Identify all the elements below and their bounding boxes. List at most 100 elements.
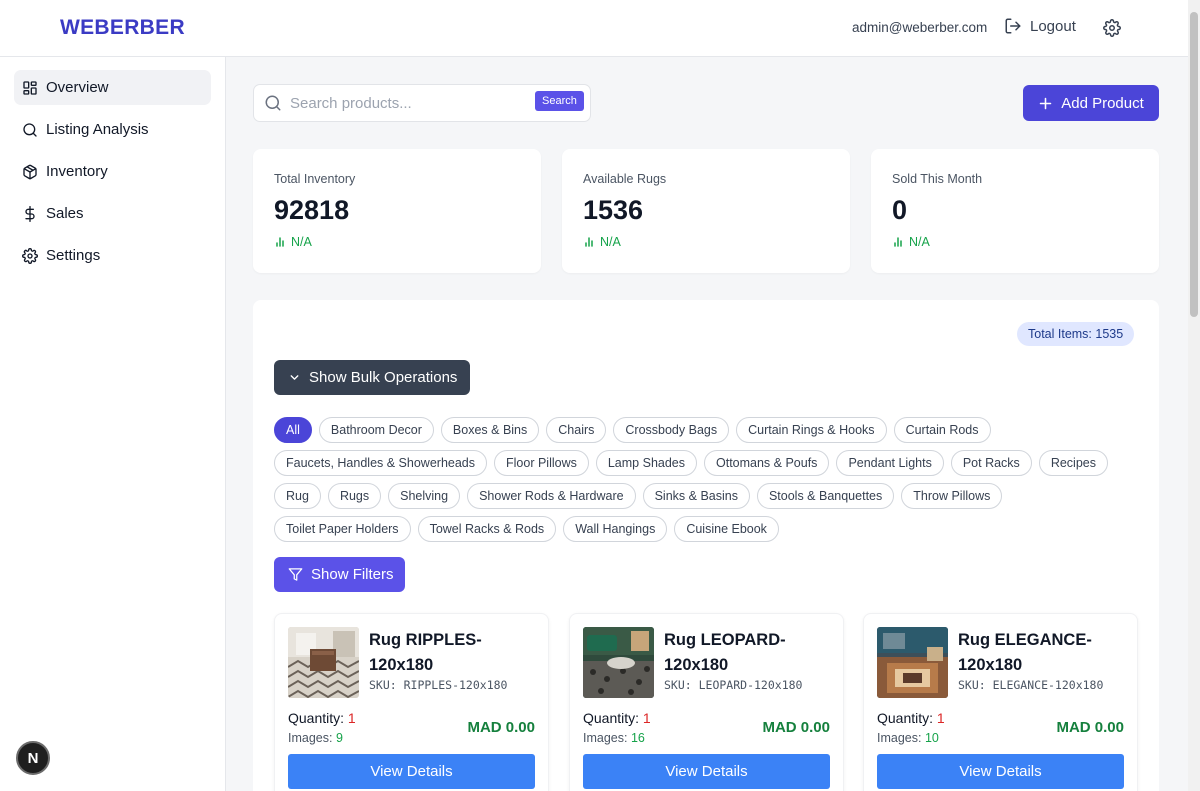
- logout-label: Logout: [1030, 17, 1076, 35]
- show-filters-button[interactable]: Show Filters: [274, 557, 405, 592]
- rug-photo-elegance: [877, 627, 948, 698]
- search-button[interactable]: Search: [535, 91, 584, 111]
- product-price: MAD 0.00: [467, 719, 535, 736]
- product-thumbnail[interactable]: [877, 627, 948, 698]
- category-chip[interactable]: Curtain Rods: [893, 417, 991, 443]
- product-images: Images: 16: [583, 731, 645, 745]
- images-label: Images:: [877, 731, 922, 745]
- page-scrollbar[interactable]: [1188, 0, 1200, 791]
- logout-icon: [1005, 18, 1021, 34]
- rug-photo-leopard: [583, 627, 654, 698]
- quantity-label: Quantity:: [583, 710, 640, 726]
- dev-tools-button[interactable]: N: [16, 741, 50, 775]
- sidebar-item-overview[interactable]: Overview: [14, 70, 211, 105]
- category-chip[interactable]: Boxes & Bins: [440, 417, 540, 443]
- search-input[interactable]: [290, 94, 525, 112]
- user-email: admin@weberber.com: [852, 20, 988, 35]
- product-quantity: Quantity: 1: [583, 710, 651, 726]
- product-title: Rug RIPPLES-120x180: [369, 631, 482, 674]
- show-bulk-operations-button[interactable]: Show Bulk Operations: [274, 360, 470, 395]
- category-chip[interactable]: Shower Rods & Hardware: [467, 483, 636, 509]
- category-chip[interactable]: Bathroom Decor: [318, 417, 434, 443]
- images-label: Images:: [288, 731, 333, 745]
- logout-button[interactable]: Logout: [1004, 17, 1076, 35]
- add-product-label: Add Product: [1061, 94, 1144, 112]
- stat-value: 1536: [583, 195, 644, 225]
- sidebar-item-inventory[interactable]: Inventory: [14, 154, 211, 189]
- sidebar-item-label: Overview: [46, 79, 109, 96]
- category-chip[interactable]: Sinks & Basins: [642, 483, 750, 509]
- sidebar-item-label: Inventory: [46, 163, 108, 180]
- images-value: 16: [630, 731, 645, 745]
- product-images: Images: 10: [877, 731, 939, 745]
- dashboard-icon: [23, 80, 37, 95]
- category-chip[interactable]: Rug: [274, 483, 321, 509]
- add-product-button[interactable]: Add Product: [1023, 85, 1159, 121]
- dollar-icon: [25, 205, 35, 222]
- category-chip[interactable]: Pendant Lights: [836, 450, 944, 476]
- category-chip[interactable]: Faucets, Handles & Showerheads: [274, 450, 487, 476]
- category-chip[interactable]: Curtain Rings & Hooks: [736, 417, 887, 443]
- filter-icon: [288, 568, 303, 581]
- category-chip[interactable]: Recipes: [1038, 450, 1108, 476]
- category-chip[interactable]: Ottomans & Poufs: [704, 450, 830, 476]
- category-chip[interactable]: Chairs: [546, 417, 607, 443]
- category-chip[interactable]: Stools & Banquettes: [756, 483, 895, 509]
- category-chip[interactable]: Crossbody Bags: [613, 417, 730, 443]
- product-title: Rug ELEGANCE-120x180: [958, 631, 1092, 674]
- product-card: Rug LEOPARD-120x180 SKU: LEOPARD-120x180…: [569, 613, 844, 791]
- quantity-value: 1: [936, 710, 945, 726]
- category-chip[interactable]: Shelving: [388, 483, 461, 509]
- category-chip[interactable]: Lamp Shades: [595, 450, 697, 476]
- view-details-button[interactable]: View Details: [877, 754, 1124, 789]
- view-details-button[interactable]: View Details: [288, 754, 535, 789]
- sidebar-item-sales[interactable]: Sales: [14, 196, 211, 231]
- gear-icon: [22, 247, 38, 264]
- category-chip[interactable]: Floor Pillows: [494, 450, 589, 476]
- product-sku: SKU: LEOPARD-120x180: [664, 678, 803, 692]
- product-sku: SKU: RIPPLES-120x180: [369, 678, 508, 692]
- category-chip[interactable]: Towel Racks & Rods: [417, 516, 557, 542]
- product-card: Rug RIPPLES-120x180 SKU: RIPPLES-120x180…: [274, 613, 549, 791]
- images-label: Images:: [583, 731, 628, 745]
- category-chip[interactable]: Toilet Paper Holders: [274, 516, 411, 542]
- sidebar: Overview Listing Analysis Inventory Sale…: [0, 57, 226, 791]
- rug-photo-ripples: [288, 627, 359, 698]
- sidebar-item-label: Sales: [46, 205, 84, 222]
- filters-button-label: Show Filters: [311, 566, 394, 583]
- sidebar-item-label: Listing Analysis: [46, 121, 149, 138]
- search-bar: Search: [253, 84, 591, 122]
- plus-icon: [1039, 97, 1052, 109]
- product-card: Rug ELEGANCE-120x180 SKU: ELEGANCE-120x1…: [863, 613, 1138, 791]
- search-icon: [23, 122, 37, 137]
- quantity-label: Quantity:: [288, 710, 345, 726]
- product-price: MAD 0.00: [762, 719, 830, 736]
- app-logo[interactable]: WEBERBER: [60, 16, 185, 40]
- sidebar-item-settings[interactable]: Settings: [14, 238, 211, 273]
- category-chip[interactable]: Wall Hangings: [563, 516, 668, 542]
- quantity-label: Quantity:: [877, 710, 934, 726]
- bar-chart-icon: [894, 237, 902, 247]
- category-chip[interactable]: Throw Pillows: [901, 483, 1003, 509]
- scrollbar-thumb[interactable]: [1190, 12, 1198, 317]
- stat-trend-label: N/A: [909, 235, 930, 249]
- bar-chart-icon: [585, 237, 593, 247]
- category-chip[interactable]: Rugs: [327, 483, 382, 509]
- product-thumbnail[interactable]: [583, 627, 654, 698]
- package-icon: [23, 164, 37, 179]
- category-chip[interactable]: Pot Racks: [950, 450, 1032, 476]
- stat-value: 92818: [274, 195, 350, 225]
- category-chips: All Bathroom Decor Boxes & Bins Chairs Cross…: [274, 417, 1144, 542]
- stat-label: Total Inventory: [274, 172, 356, 186]
- category-chip[interactable]: Cuisine Ebook: [674, 516, 779, 542]
- quantity-value: 1: [347, 710, 356, 726]
- stat-trend: N/A: [583, 235, 621, 249]
- product-quantity: Quantity: 1: [877, 710, 945, 726]
- search-icon: [265, 95, 281, 111]
- category-chip[interactable]: All: [274, 417, 312, 443]
- sidebar-item-label: Settings: [46, 247, 101, 264]
- settings-gear-icon[interactable]: [1103, 19, 1121, 37]
- view-details-button[interactable]: View Details: [583, 754, 830, 789]
- product-thumbnail[interactable]: [288, 627, 359, 698]
- sidebar-item-listing-analysis[interactable]: Listing Analysis: [14, 112, 211, 147]
